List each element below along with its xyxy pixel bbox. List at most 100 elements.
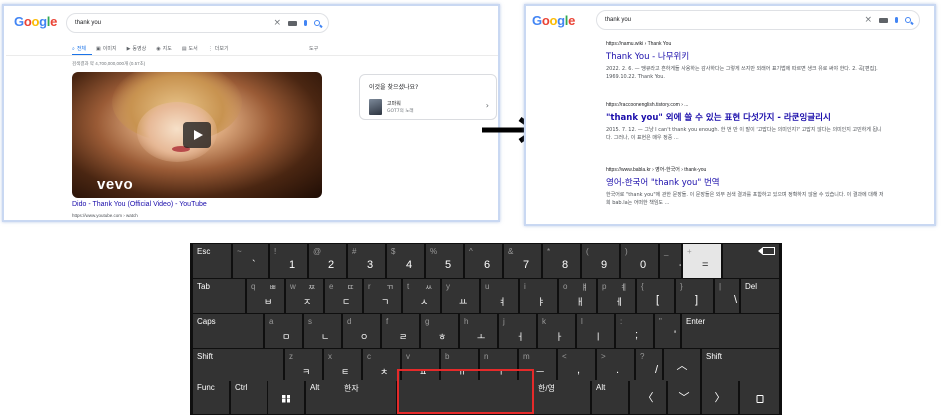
key-shift-symbol: " [659, 317, 662, 326]
key-row5-7[interactable]: Alt [592, 380, 628, 414]
key-row1-10[interactable]: (9 [582, 244, 619, 278]
key-row5-0[interactable]: Func [193, 380, 229, 414]
search-box[interactable]: thank you × [66, 13, 329, 33]
key-row3-4[interactable]: fㄹ [382, 314, 419, 348]
key-row4-11[interactable]: ︿ [664, 349, 700, 381]
key-row3-9[interactable]: lㅣ [577, 314, 614, 348]
google-logo[interactable]: Google [14, 14, 57, 29]
search-input-right[interactable]: thank you [605, 17, 857, 23]
key-row1-8[interactable]: & 7 [504, 244, 541, 278]
google-logo-right[interactable]: Google [532, 13, 575, 28]
key-row4-12[interactable]: Shift [702, 349, 779, 381]
result-title-link[interactable]: Thank You - 나무위키 [606, 50, 886, 62]
key-row4-8[interactable]: <, [558, 349, 595, 381]
key-row1-14[interactable] [723, 244, 779, 278]
microphone-icon[interactable] [304, 20, 307, 26]
key-row1-13[interactable]: + = [683, 244, 721, 278]
key-hangul: ㅌ [341, 367, 350, 377]
key-row2-1[interactable]: q ㅃㅂ [247, 279, 284, 313]
key-row2-3[interactable]: e ㄸㄷ [325, 279, 362, 313]
key-row1-0[interactable]: Esc [193, 244, 231, 278]
search-box-right[interactable]: thank you × [596, 10, 920, 30]
video-thumbnail[interactable]: vevo [72, 72, 322, 198]
key-row5-8[interactable]: 〈 [630, 380, 666, 414]
key-row2-6[interactable]: yㅛ [442, 279, 479, 313]
microphone-icon[interactable] [895, 17, 898, 23]
song-thumbnail[interactable] [369, 99, 382, 115]
key-row3-8[interactable]: kㅏ [538, 314, 575, 348]
tools-button[interactable]: 도구 [309, 45, 318, 52]
key-row5-2[interactable] [268, 380, 304, 414]
key-row3-0[interactable]: Caps [193, 314, 263, 348]
search-icon[interactable] [905, 17, 911, 23]
key-row2-11[interactable]: {[ [637, 279, 674, 313]
key-row1-9[interactable]: * 8 [543, 244, 580, 278]
clipboard-icon [756, 394, 763, 403]
key-row1-3[interactable]: @2 [309, 244, 346, 278]
key-row2-5[interactable]: t ㅆㅅ [403, 279, 440, 313]
key-row2-7[interactable]: uㅕ [481, 279, 518, 313]
search-icon[interactable] [314, 20, 320, 26]
tab-1[interactable]: ▣ 이미지 [96, 45, 117, 53]
key-hangul: ㄴ [321, 332, 330, 342]
key-row2-13[interactable]: | \ [715, 279, 739, 313]
key-row1-5[interactable]: $4 [387, 244, 424, 278]
key-row3-2[interactable]: sㄴ [304, 314, 341, 348]
key-row3-1[interactable]: aㅁ [265, 314, 302, 348]
key-row4-10[interactable]: ? / [636, 349, 662, 381]
key-row5-9[interactable]: ﹀ [668, 380, 700, 414]
key-row2-8[interactable]: iㅑ [520, 279, 557, 313]
key-row4-3[interactable]: cㅊ [363, 349, 400, 381]
key-row2-0[interactable]: Tab [193, 279, 245, 313]
key-row1-1[interactable]: ~ ` [233, 244, 268, 278]
key-hangul: ㅁ [282, 332, 291, 342]
result-title-link[interactable]: 영어-한국어 "thank you" 번역 [606, 176, 886, 188]
key-row2-14[interactable]: Del [741, 279, 779, 313]
key-row5-6[interactable]: 한/영 [534, 380, 590, 414]
key-row1-7[interactable]: ^ 6 [465, 244, 502, 278]
video-title-link[interactable]: Dido - Thank You (Official Video) - YouT… [72, 201, 207, 208]
clear-icon[interactable]: × [864, 15, 872, 25]
key-row2-4[interactable]: r ㄲㄱ [364, 279, 401, 313]
tab-3[interactable]: ◉ 지도 [156, 45, 172, 53]
tab-5[interactable]: ⋮ 더보기 [208, 45, 229, 53]
key-row5-10[interactable]: 〉 [702, 380, 738, 414]
search-input[interactable]: thank you [75, 20, 266, 26]
key-row4-1[interactable]: zㅋ [285, 349, 322, 381]
clear-icon[interactable]: × [273, 18, 281, 28]
key-row1-6[interactable]: % 5 [426, 244, 463, 278]
key-row2-12[interactable]: }] [676, 279, 713, 313]
key-row5-4[interactable]: 한자 [340, 380, 396, 414]
key-row2-9[interactable]: o ㅒㅐ [559, 279, 596, 313]
key-row5-11[interactable] [740, 380, 779, 414]
key-row2-2[interactable]: w ㅉㅈ [286, 279, 323, 313]
key-row1-4[interactable]: #3 [348, 244, 385, 278]
key-row5-3[interactable]: Alt [306, 380, 342, 414]
result-title-link[interactable]: "thank you" 외에 쓸 수 있는 표현 다섯가지 - 라쿤잉글리시 [606, 111, 886, 123]
keyboard-icon[interactable] [879, 17, 888, 23]
key-row1-11[interactable]: ) 0 [621, 244, 658, 278]
tab-4[interactable]: ▤ 도서 [182, 45, 198, 53]
key-row2-10[interactable]: p ㅖㅔ [598, 279, 635, 313]
key-row3-3[interactable]: dㅇ [343, 314, 380, 348]
key-row3-12[interactable]: Enter [682, 314, 779, 348]
key-row3-10[interactable]: :; [616, 314, 653, 348]
chevron-right-icon[interactable]: › [486, 101, 489, 110]
key-row4-9[interactable]: >. [597, 349, 634, 381]
song-name[interactable]: 고마워 [387, 100, 401, 107]
key-row5-1[interactable]: Ctrl [231, 380, 267, 414]
key-row1-2[interactable]: ! 1 [270, 244, 307, 278]
key-row3-6[interactable]: hㅗ [460, 314, 497, 348]
tab-0[interactable]: ⌕ 전체 [72, 45, 86, 53]
keyboard-icon[interactable] [288, 20, 297, 26]
key-label: 한자 [344, 384, 359, 393]
key-hangul: ㅇ [360, 332, 369, 342]
key-row3-7[interactable]: jㅓ [499, 314, 536, 348]
tab-2[interactable]: ▶ 동영상 [127, 45, 147, 53]
play-button[interactable] [183, 122, 211, 148]
key-row3-5[interactable]: gㅎ [421, 314, 458, 348]
key-row4-0[interactable]: Shift [193, 349, 283, 381]
key-row4-2[interactable]: xㅌ [324, 349, 361, 381]
key-row1-12[interactable]: _- [660, 244, 681, 278]
key-row3-11[interactable]: " ' [655, 314, 680, 348]
